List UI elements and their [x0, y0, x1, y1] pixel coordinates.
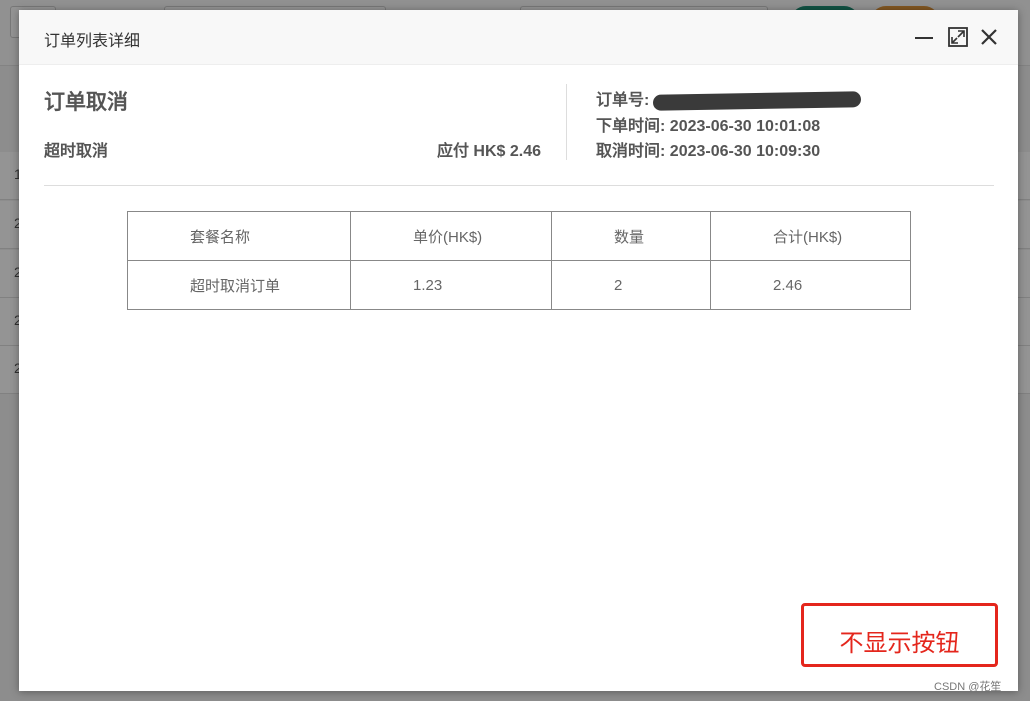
- minimize-icon[interactable]: [913, 26, 935, 48]
- annotation-text: 不显示按钮: [839, 630, 960, 657]
- dialog-title: 订单列表详细: [44, 33, 141, 50]
- close-icon[interactable]: [978, 26, 1000, 48]
- dialog-header: 订单列表详细: [19, 10, 1018, 65]
- maximize-icon[interactable]: [947, 26, 969, 48]
- annotation-box: 不显示按钮: [801, 603, 998, 667]
- order-detail-dialog: 订单列表详细: [19, 10, 1018, 691]
- watermark: CSDN @花笙: [934, 681, 1002, 693]
